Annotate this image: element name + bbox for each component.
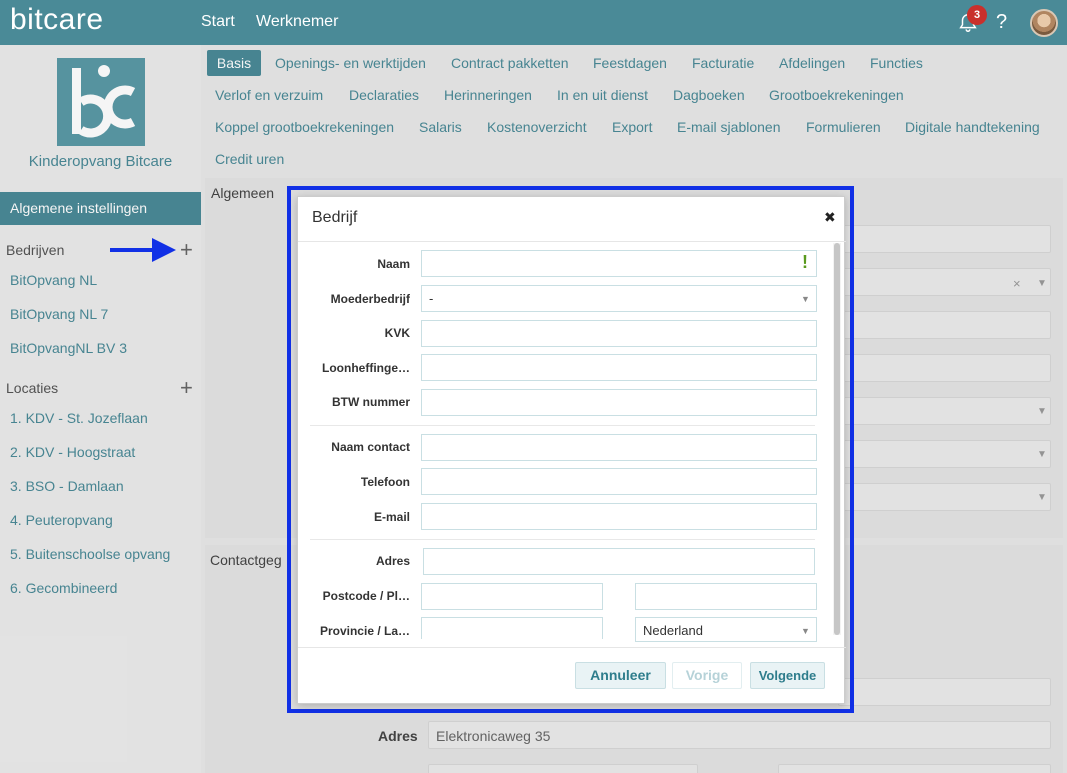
- scrollbar-thumb[interactable]: [834, 243, 840, 635]
- loonheffing-label: Loonheffinge…: [322, 361, 410, 375]
- plaats-input[interactable]: [635, 583, 817, 610]
- help-icon[interactable]: ?: [996, 11, 1007, 34]
- moederbedrijf-label: Moederbedrijf: [330, 292, 410, 306]
- dialog-title: Bedrijf: [312, 209, 358, 226]
- chevron-down-icon: ▼: [801, 294, 810, 304]
- provincie-input[interactable]: [421, 617, 603, 639]
- annotation-arrow: [110, 248, 156, 252]
- naam-contact-label: Naam contact: [331, 440, 410, 454]
- adres-label: Adres: [375, 554, 410, 568]
- adres-input[interactable]: [423, 548, 815, 575]
- divider: [310, 539, 815, 540]
- scrollbar[interactable]: [833, 243, 841, 635]
- naam-contact-input[interactable]: [421, 434, 817, 461]
- notification-badge: 3: [967, 5, 987, 25]
- email-input[interactable]: [421, 503, 817, 530]
- cancel-button[interactable]: Annuleer: [575, 662, 666, 689]
- brand-logo[interactable]: bitcare: [10, 3, 104, 37]
- top-bar: bitcare Start Werknemer 3 ?: [0, 0, 1067, 45]
- postcode-label: Postcode / Pl…: [322, 589, 410, 603]
- close-icon[interactable]: ✖: [824, 209, 836, 226]
- land-select[interactable]: Nederland: [635, 617, 817, 642]
- chevron-down-icon: ▼: [801, 626, 810, 636]
- telefoon-input[interactable]: [421, 468, 817, 495]
- btw-input[interactable]: [421, 389, 817, 416]
- divider: [298, 647, 846, 648]
- naam-input[interactable]: [421, 250, 817, 277]
- company-dialog: Bedrijf ✖ Naam ! Moederbedrijf - ▼ KVK L…: [297, 196, 846, 704]
- naam-label: Naam: [377, 257, 410, 271]
- next-button[interactable]: Volgende: [750, 662, 825, 689]
- kvk-label: KVK: [384, 326, 410, 340]
- divider: [298, 241, 846, 242]
- nav-start[interactable]: Start: [201, 13, 235, 31]
- email-label: E-mail: [373, 510, 410, 524]
- annotation-arrow-head: [152, 238, 176, 262]
- kvk-input[interactable]: [421, 320, 817, 347]
- moederbedrijf-select[interactable]: -: [421, 285, 817, 312]
- previous-button[interactable]: Vorige: [672, 662, 742, 689]
- avatar[interactable]: [1030, 9, 1058, 37]
- loonheffing-input[interactable]: [421, 354, 817, 381]
- divider: [310, 425, 815, 426]
- btw-label: BTW nummer: [332, 395, 410, 409]
- postcode-input[interactable]: [421, 583, 603, 610]
- nav-werknemer[interactable]: Werknemer: [256, 13, 338, 31]
- warning-icon: !: [802, 252, 808, 272]
- provincie-label: Provincie / La…: [319, 624, 410, 638]
- telefoon-label: Telefoon: [360, 475, 410, 489]
